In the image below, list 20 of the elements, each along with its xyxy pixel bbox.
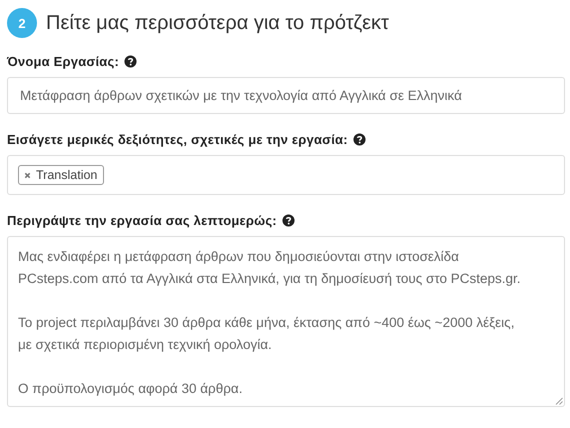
- description-textarea[interactable]: [7, 236, 565, 407]
- step-number-badge: 2: [7, 8, 37, 38]
- skill-tag[interactable]: Translation: [18, 165, 104, 185]
- tag-label: Translation: [36, 168, 98, 182]
- description-text: PCsteps.com από τα Αγγλικά στα Ελληνικά, για τη δημοσίευσή τους στο PCsteps.gr.: [18, 270, 522, 288]
- section-title: Πείτε μας περισσότερα για το πρότζεκτ: [46, 12, 389, 34]
- description-text: με σχετικά περιορισμένη τεχνική ορολογία.: [18, 336, 273, 354]
- help-icon[interactable]: [352, 133, 366, 146]
- help-icon[interactable]: [282, 214, 295, 227]
- help-icon[interactable]: [124, 55, 137, 68]
- tags-field[interactable]: Translation: [7, 155, 565, 195]
- description-text: Μας ενδιαφέρει η μετάφραση άρθρων που δημοσιεύονται στην ιστοσελίδα: [18, 248, 460, 266]
- field-label: Όνομα Εργασίας:: [7, 54, 119, 69]
- resize-handle-icon[interactable]: [555, 397, 563, 405]
- input-field[interactable]: Μετάφραση άρθρων σχετικών με την τεχνολογία από Αγγλικά σε Ελληνικά: [7, 77, 565, 114]
- description-text: Το project περιλαμβάνει 30 άρθρα κάθε μήνα, έκτασης από ~400 έως ~2000 λέξεις,: [18, 314, 516, 332]
- field-label: Εισάγετε μερικές δεξιότητες, σχετικές με την εργασία:: [7, 132, 348, 147]
- field-label: Περιγράψτε την εργασία σας λεπτομερώς:: [7, 213, 277, 228]
- remove-icon[interactable]: [24, 172, 31, 178]
- description-text: Ο προϋπολογισμός αφορά 30 άρθρα.: [18, 380, 244, 398]
